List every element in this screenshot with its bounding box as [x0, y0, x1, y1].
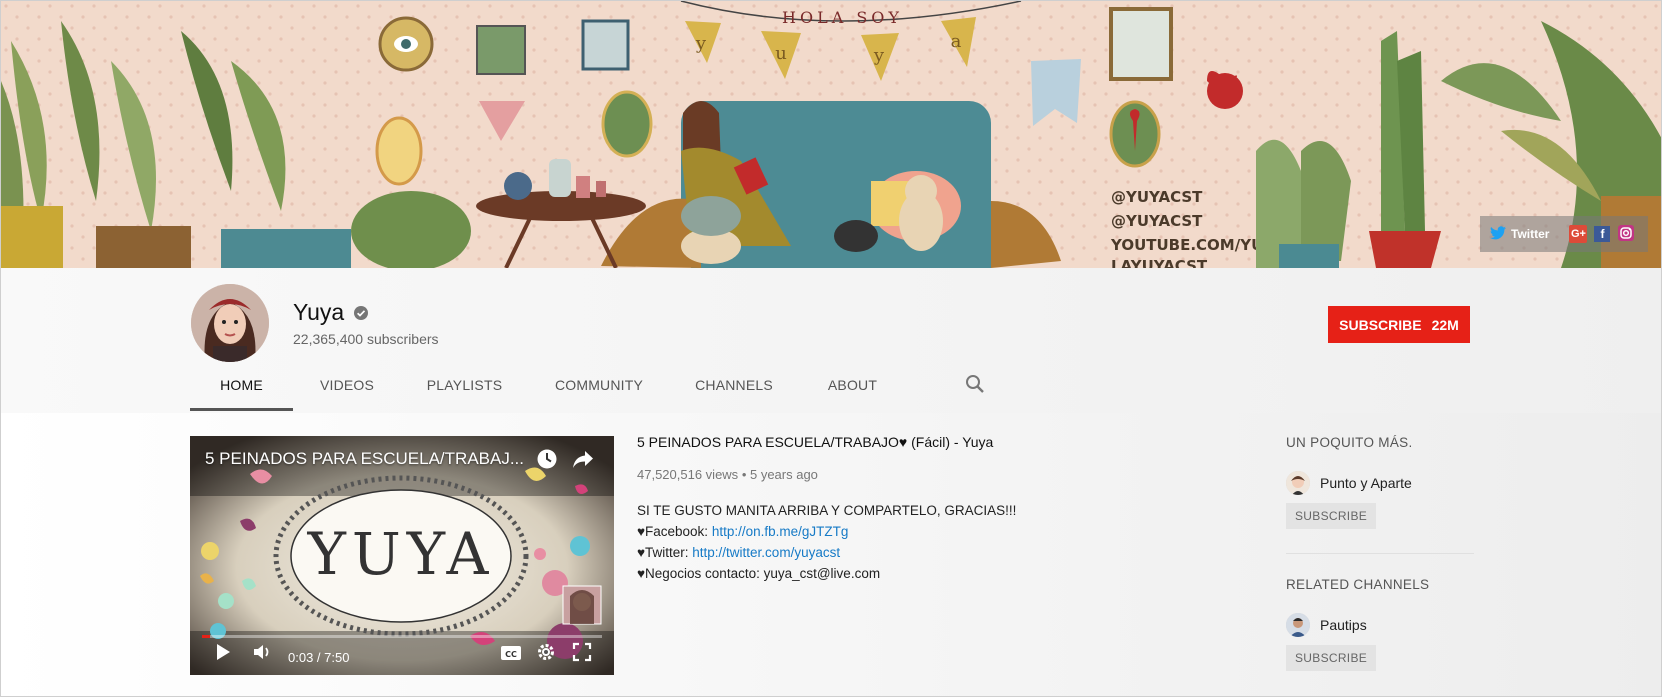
banner-illustration: HOLA SOY @YUYACST @YUYACST YOUTUBE.COM/Y… [1, 1, 1661, 268]
bunting-letter: a [951, 31, 962, 52]
tab-playlists[interactable]: PLAYLISTS [401, 358, 528, 412]
tab-community[interactable]: COMMUNITY [528, 358, 670, 412]
channel-header: Yuya 22,365,400 subscribers SUBSCRIBE 22… [1, 268, 1661, 413]
sidebar-heading-featured: UN POQUITO MÁS. [1286, 435, 1413, 450]
svg-text:LAYUYACST: LAYUYACST [1111, 257, 1208, 268]
facebook-icon: f [1594, 226, 1611, 242]
sidebar-channel-pautips[interactable]: Pautips [1286, 613, 1476, 637]
subscribe-label: SUBSCRIBE [1339, 316, 1422, 333]
avatar [1286, 613, 1310, 637]
play-icon[interactable] [214, 642, 232, 667]
banner-social-links: Twitter G+ f [1480, 216, 1648, 252]
twitter-link-text[interactable]: http://twitter.com/yuyacst [692, 545, 840, 560]
tab-about[interactable]: ABOUT [798, 358, 907, 412]
description-line: SI TE GUSTO MANITA ARRIBA Y COMPARTELO, … [637, 503, 1017, 518]
facebook-link[interactable]: f [1593, 225, 1611, 243]
bunting-letter: y [873, 45, 885, 66]
tab-videos[interactable]: VIDEOS [293, 358, 401, 412]
captions-icon[interactable]: CC [500, 644, 522, 667]
channel-name[interactable]: Yuya [293, 299, 344, 326]
video-time-display: 0:03 / 7:50 [288, 650, 350, 665]
featured-video-description: SI TE GUSTO MANITA ARRIBA Y COMPARTELO, … [637, 500, 1016, 584]
fullscreen-icon[interactable] [572, 642, 592, 667]
search-icon[interactable] [965, 374, 985, 399]
subscribe-button[interactable]: SUBSCRIBE 22M [1328, 306, 1470, 343]
featured-video-title[interactable]: 5 PEINADOS PARA ESCUELA/TRABAJO♥ (Fácil)… [637, 434, 993, 450]
subscribe-punto-y-aparte-button[interactable]: SUBSCRIBE [1286, 503, 1377, 529]
avatar [1286, 471, 1310, 495]
upload-age: 5 years ago [749, 467, 818, 482]
sidebar-channel-name[interactable]: Punto y Aparte [1320, 475, 1412, 491]
google-plus-icon[interactable]: G+ [1569, 225, 1588, 243]
subscriber-count: 22,365,400 subscribers [293, 331, 439, 347]
view-count: 47,520,516 views [637, 467, 739, 482]
youtube-channel-page: HOLA SOY @YUYACST @YUYACST YOUTUBE.COM/Y… [0, 0, 1662, 697]
svg-text:YUYA: YUYA [307, 520, 495, 588]
home-content: YUYA 5 PEINADOS PARA ESCUELA/TRABAJ... 0… [1, 413, 1661, 696]
player-controls: 0:03 / 7:50 CC [190, 635, 614, 675]
featured-video-meta: 47,520,516 views • 5 years ago [637, 467, 818, 482]
bunting-letter: y [695, 33, 707, 54]
svg-text:@YUYACST: @YUYACST [1111, 212, 1203, 230]
twitter-bird-icon [1490, 225, 1506, 243]
bunting-letter: u [775, 43, 787, 64]
channel-tabs: HOME VIDEOS PLAYLISTS COMMUNITY CHANNELS… [190, 358, 907, 412]
channel-banner: HOLA SOY @YUYACST @YUYACST YOUTUBE.COM/Y… [1, 1, 1661, 268]
channel-avatar[interactable] [191, 284, 269, 362]
twitter-label: Twitter [1511, 227, 1550, 241]
instagram-link[interactable] [1617, 224, 1635, 244]
featured-video-player[interactable]: YUYA 5 PEINADOS PARA ESCUELA/TRABAJ... 0… [190, 436, 614, 675]
tab-channels[interactable]: CHANNELS [670, 358, 798, 412]
svg-text:CC: CC [505, 650, 517, 659]
svg-text:@YUYACST: @YUYACST [1111, 188, 1203, 206]
subscribe-count: 22M [1431, 316, 1459, 333]
sidebar-channel-punto-y-aparte[interactable]: Punto y Aparte [1286, 471, 1476, 495]
meta-separator: • [741, 467, 750, 482]
tab-home[interactable]: HOME [190, 358, 293, 412]
subscribe-pautips-button[interactable]: SUBSCRIBE [1286, 645, 1377, 671]
twitter-link[interactable]: Twitter [1490, 225, 1550, 243]
sidebar-heading-related: RELATED CHANNELS [1286, 577, 1430, 592]
verified-check-icon [354, 306, 368, 325]
right-sidebar: UN POQUITO MÁS. Punto y Aparte SUBSCRIBE… [1286, 435, 1476, 671]
description-business: ♥Negocios contacto: yuya_cst@live.com [637, 566, 881, 581]
share-icon[interactable] [572, 448, 594, 475]
instagram-icon [1618, 224, 1635, 244]
clock-icon[interactable] [536, 448, 558, 475]
video-overlay-title[interactable]: 5 PEINADOS PARA ESCUELA/TRABAJ... [205, 449, 524, 469]
facebook-prefix: ♥Facebook: [637, 524, 712, 539]
description-twitter: ♥Twitter: http://twitter.com/yuyacst [637, 542, 1016, 563]
facebook-link-text[interactable]: http://on.fb.me/gJTZTg [712, 524, 849, 539]
svg-text:HOLA SOY: HOLA SOY [782, 8, 903, 27]
twitter-prefix: ♥Twitter: [637, 545, 693, 560]
description-facebook: ♥Facebook: http://on.fb.me/gJTZTg [637, 521, 1016, 542]
volume-icon[interactable] [252, 642, 272, 667]
sidebar-channel-name[interactable]: Pautips [1320, 617, 1367, 633]
settings-gear-icon[interactable] [536, 642, 556, 667]
sidebar-divider [1286, 553, 1474, 554]
